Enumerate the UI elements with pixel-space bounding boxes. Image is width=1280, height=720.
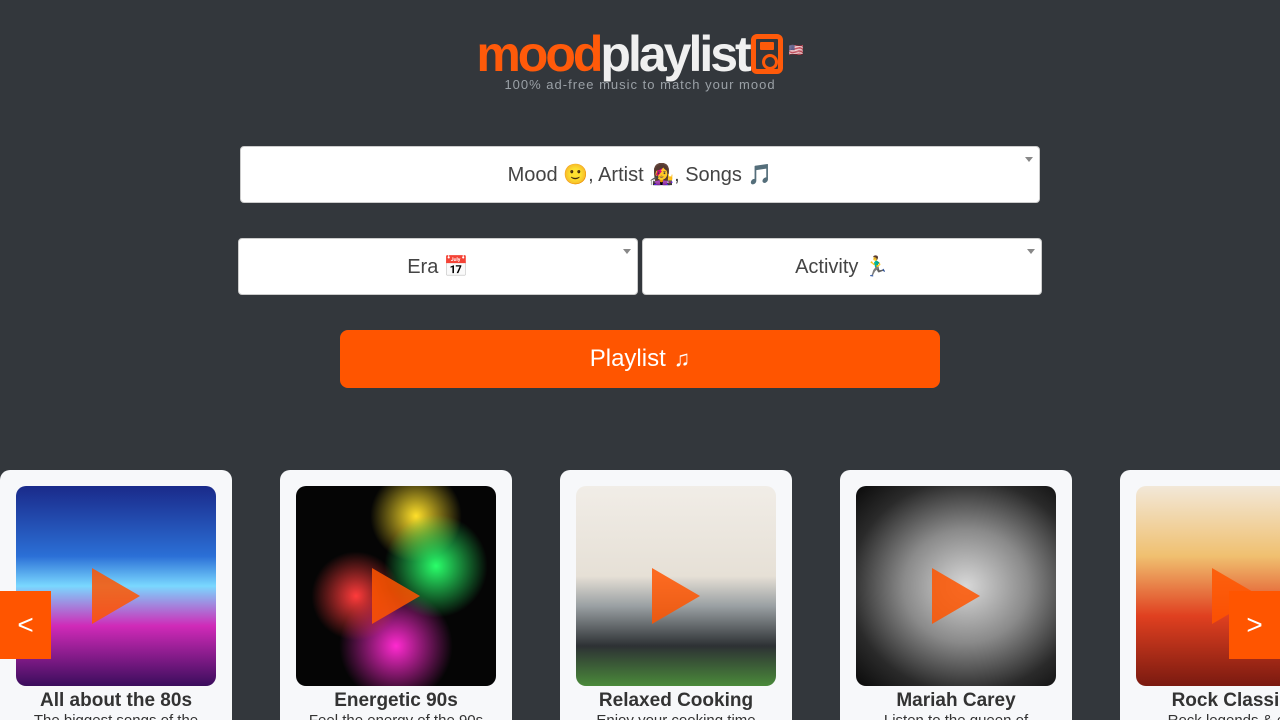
card-description: Listen to the queen of [840, 712, 1072, 720]
mood-select-placeholder: Mood 🙂, Artist 👩‍🎤, Songs 🎵 [507, 164, 773, 186]
activity-select-placeholder: Activity 🏃‍♂️ [795, 256, 889, 278]
language-flag-icon[interactable]: 🇺🇸 [789, 22, 804, 78]
card-title: Rock Classics [1171, 690, 1280, 711]
playlist-thumbnail [576, 486, 776, 686]
playlist-carousel: All about the 80s The biggest songs of t… [0, 470, 1280, 720]
activity-select[interactable]: Activity 🏃‍♂️ [642, 238, 1042, 295]
era-select[interactable]: Era 📅 [238, 238, 638, 295]
playlist-thumbnail [296, 486, 496, 686]
play-icon [932, 568, 980, 624]
playlist-card-mariah-carey[interactable]: Mariah Carey Listen to the queen of [840, 470, 1072, 720]
play-icon [372, 568, 420, 624]
playlist-button-label: Playlist [589, 345, 666, 372]
carousel-next-button[interactable]: > [1229, 591, 1280, 659]
card-description: Rock legends & epic [1120, 712, 1280, 720]
music-note-icon: ♫ [673, 346, 691, 371]
playlist-thumbnail [856, 486, 1056, 686]
carousel-prev-button[interactable]: < [0, 591, 51, 659]
logo-mood-text: mood [476, 26, 603, 82]
card-title: Relaxed Cooking [598, 690, 754, 711]
ipod-icon [750, 34, 783, 74]
card-title: Mariah Carey [896, 690, 1016, 711]
mood-artist-song-select[interactable]: Mood 🙂, Artist 👩‍🎤, Songs 🎵 [240, 146, 1040, 203]
card-title: All about the 80s [39, 690, 193, 711]
play-icon [92, 568, 140, 624]
logo-header: mood playlist 🇺🇸 [0, 22, 1280, 82]
card-description: The biggest songs of the [0, 712, 232, 720]
play-icon [652, 568, 700, 624]
era-select-placeholder: Era 📅 [407, 256, 469, 278]
dropdown-caret-icon [1027, 249, 1035, 254]
card-description: Enjoy your cooking time [560, 712, 792, 720]
tagline: 100% ad-free music to match your mood [504, 77, 776, 92]
dropdown-caret-icon [1025, 157, 1033, 162]
site-logo[interactable]: mood playlist 🇺🇸 [476, 22, 803, 82]
playlist-card-90s[interactable]: Energetic 90s Feel the energy of the 90s [280, 470, 512, 720]
card-title: Energetic 90s [334, 690, 458, 711]
playlist-button[interactable]: Playlist ♫ [340, 330, 940, 388]
card-description: Feel the energy of the 90s [280, 712, 512, 720]
logo-playlist-text: playlist [600, 26, 751, 82]
playlist-card-cooking[interactable]: Relaxed Cooking Enjoy your cooking time [560, 470, 792, 720]
dropdown-caret-icon [623, 249, 631, 254]
